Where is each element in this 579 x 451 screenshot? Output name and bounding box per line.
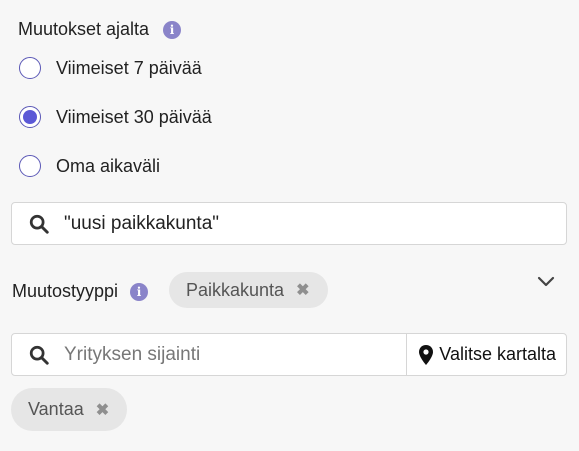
keyword-search-input[interactable] bbox=[64, 203, 566, 244]
time-filter-label-text: Muutokset ajalta bbox=[18, 19, 150, 39]
location-search-input[interactable] bbox=[64, 334, 407, 375]
chevron-down-icon[interactable] bbox=[537, 275, 555, 289]
chip-label: Paikkakunta bbox=[186, 279, 285, 300]
remove-chip-icon[interactable]: ✖ bbox=[296, 280, 309, 300]
change-type-label: Muutostyyppi i bbox=[12, 281, 149, 302]
time-filter-label: Muutokset ajalta i bbox=[18, 19, 182, 40]
location-chip: Vantaa ✖ bbox=[11, 388, 128, 431]
radio-last-30-days[interactable]: Viimeiset 30 päivää bbox=[19, 106, 212, 128]
radio-label: Viimeiset 30 päivää bbox=[56, 106, 212, 127]
radio-custom-range[interactable]: Oma aikaväli bbox=[19, 155, 160, 177]
radio-label: Oma aikaväli bbox=[56, 155, 161, 176]
radio-selected-dot bbox=[23, 110, 37, 124]
map-pin-icon bbox=[419, 344, 434, 365]
radio-last-7-days[interactable]: Viimeiset 7 päivää bbox=[19, 57, 202, 79]
select-from-map-label: Valitse kartalta bbox=[439, 344, 556, 364]
search-icon bbox=[29, 214, 49, 234]
change-type-chip: Paikkakunta ✖ bbox=[169, 272, 329, 308]
remove-chip-icon[interactable]: ✖ bbox=[96, 400, 109, 420]
radio-button[interactable] bbox=[19, 155, 41, 177]
select-from-map-button[interactable]: Valitse kartalta bbox=[406, 334, 566, 375]
search-icon bbox=[29, 345, 49, 365]
info-icon[interactable]: i bbox=[130, 282, 149, 301]
radio-button-selected[interactable] bbox=[19, 106, 41, 128]
keyword-search-box[interactable] bbox=[11, 202, 567, 245]
info-icon[interactable]: i bbox=[163, 20, 182, 39]
radio-label: Viimeiset 7 päivää bbox=[56, 57, 202, 78]
radio-button[interactable] bbox=[19, 57, 41, 79]
change-type-label-text: Muutostyyppi bbox=[12, 281, 119, 301]
chip-label: Vantaa bbox=[28, 399, 84, 419]
location-search-box[interactable]: Valitse kartalta bbox=[11, 333, 567, 376]
